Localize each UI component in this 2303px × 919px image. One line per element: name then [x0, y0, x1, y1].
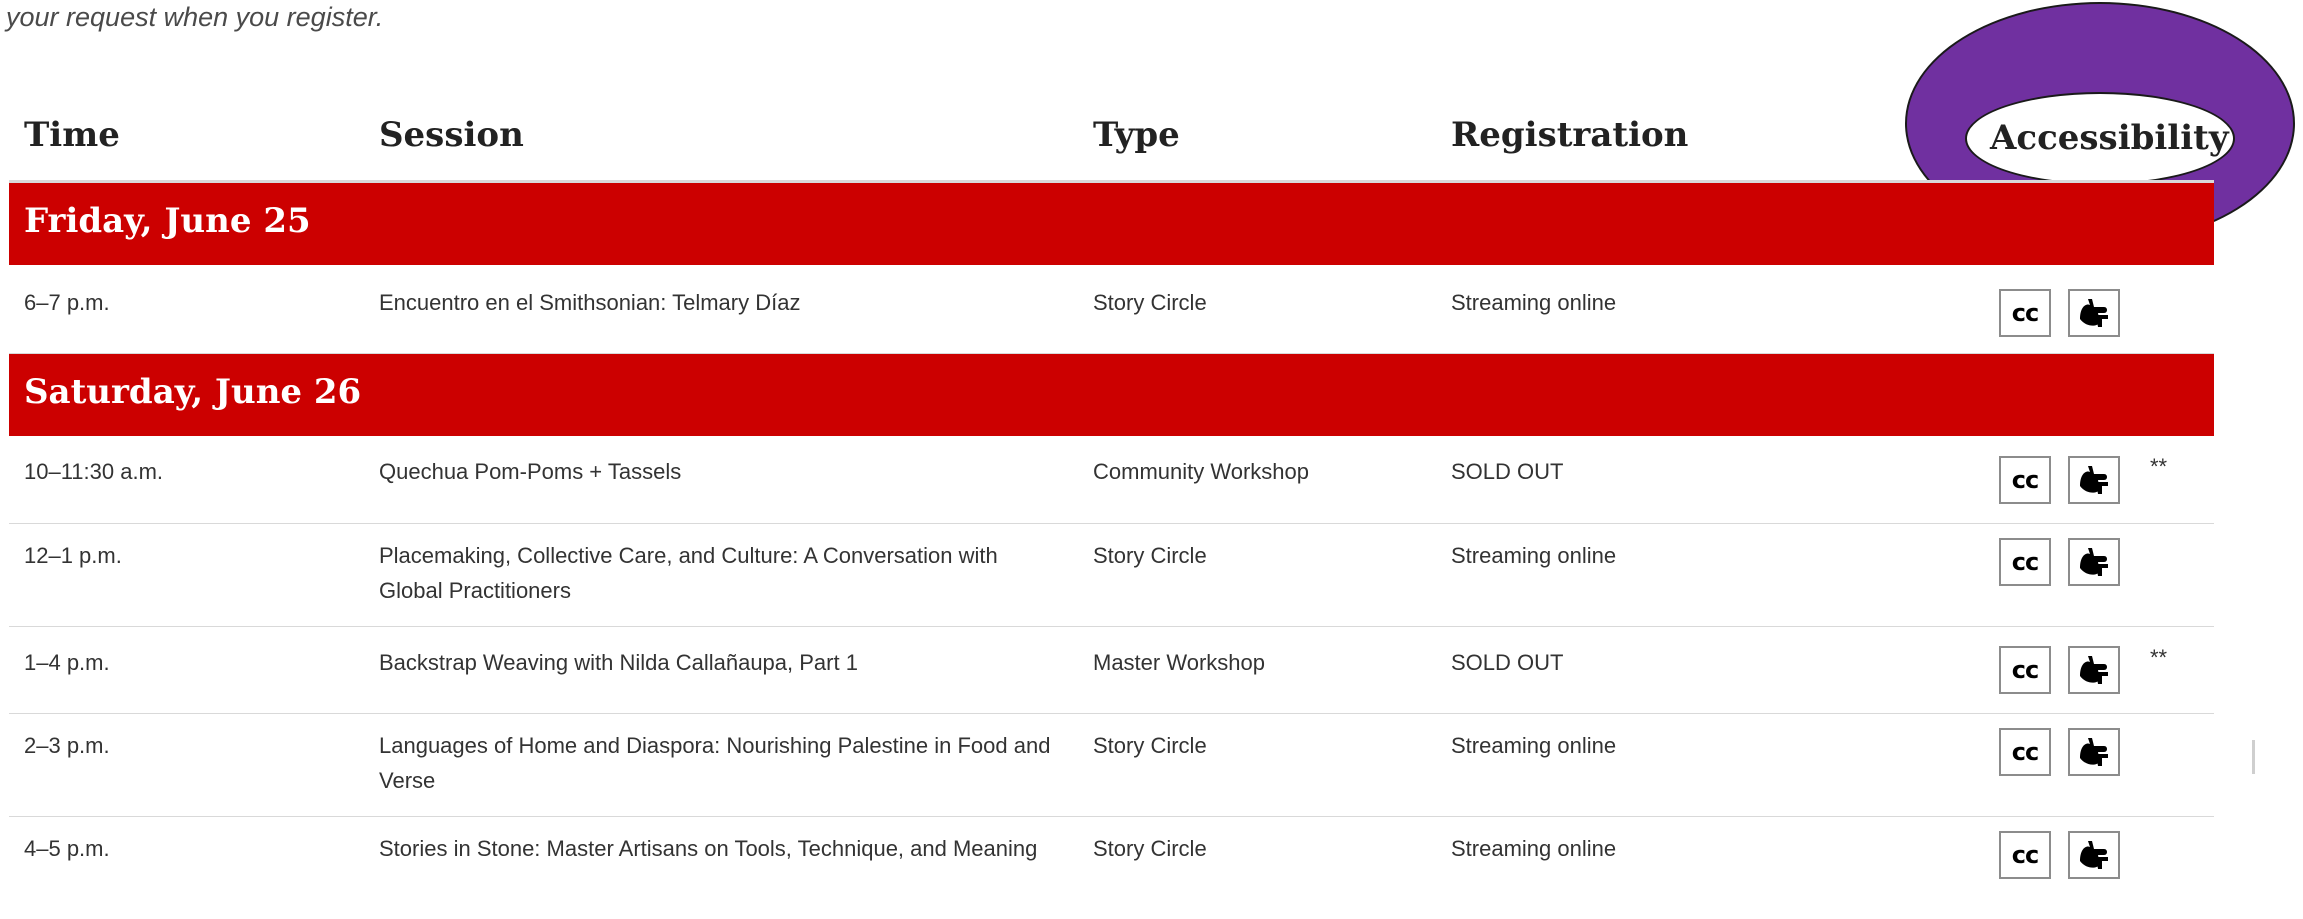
day-band-friday: Friday, June 25: [9, 183, 2214, 265]
footnote-marker: **: [2150, 645, 2168, 670]
table-header: Time Session Type Registration: [9, 100, 2214, 183]
closed-captions-icon: cc: [1999, 728, 2051, 776]
registration-cell[interactable]: Streaming online: [1451, 538, 1616, 573]
accessibility-icons: cc: [1999, 831, 2120, 879]
time-cell: 4–5 p.m.: [24, 836, 110, 861]
closed-captions-icon: cc: [1999, 289, 2051, 337]
session-cell[interactable]: Stories in Stone: Master Artisans on Too…: [379, 831, 1059, 866]
registration-cell[interactable]: Streaming online: [1451, 285, 1616, 320]
accessibility-icons: cc: [1999, 456, 2120, 504]
table-row: 4–5 p.m. Stories in Stone: Master Artisa…: [9, 817, 2214, 917]
table-row: 2–3 p.m. Languages of Home and Diaspora:…: [9, 714, 2214, 817]
closed-captions-icon: cc: [1999, 646, 2051, 694]
closed-captions-icon: cc: [1999, 831, 2051, 879]
day-label: Friday, June 25: [24, 201, 311, 241]
accessibility-icons: cc: [1999, 538, 2120, 586]
time-cell: 12–1 p.m.: [24, 543, 122, 568]
closed-captions-icon: cc: [1999, 538, 2051, 586]
type-cell: Story Circle: [1093, 290, 1207, 315]
type-cell: Story Circle: [1093, 543, 1207, 568]
registration-cell: SOLD OUT: [1451, 650, 1564, 675]
header-registration: Registration: [1451, 115, 1689, 155]
time-cell: 6–7 p.m.: [24, 290, 110, 315]
sign-language-icon: [2068, 289, 2120, 337]
intro-text: your request when you register.: [6, 2, 384, 32]
session-cell[interactable]: Quechua Pom-Poms + Tassels: [379, 454, 1059, 489]
table-row: 10–11:30 a.m. Quechua Pom-Poms + Tassels…: [9, 436, 2214, 524]
header-accessibility: Accessibility: [1990, 118, 2229, 158]
sign-language-icon: [2068, 831, 2120, 879]
footnote-marker: **: [2150, 454, 2168, 479]
accessibility-icons: cc: [1999, 646, 2120, 694]
day-label: Saturday, June 26: [24, 372, 362, 412]
accessibility-icons: cc: [1999, 728, 2120, 776]
session-cell[interactable]: Languages of Home and Diaspora: Nourishi…: [379, 728, 1059, 798]
session-cell[interactable]: Encuentro en el Smithsonian: Telmary Día…: [379, 285, 1059, 320]
type-cell: Story Circle: [1093, 836, 1207, 861]
header-session: Session: [379, 115, 524, 155]
registration-cell[interactable]: Streaming online: [1451, 728, 1616, 763]
session-cell[interactable]: Backstrap Weaving with Nilda Callañaupa,…: [379, 645, 1059, 680]
type-cell: Community Workshop: [1093, 459, 1309, 484]
closed-captions-icon: cc: [1999, 456, 2051, 504]
registration-cell[interactable]: Streaming online: [1451, 831, 1616, 866]
time-cell: 10–11:30 a.m.: [24, 459, 164, 484]
sign-language-icon: [2068, 646, 2120, 694]
time-cell: 2–3 p.m.: [24, 733, 110, 758]
header-type: Type: [1093, 115, 1180, 155]
table-row: 12–1 p.m. Placemaking, Collective Care, …: [9, 524, 2214, 627]
time-cell: 1–4 p.m.: [24, 650, 110, 675]
sign-language-icon: [2068, 728, 2120, 776]
scroll-edge-mark: [2252, 740, 2255, 774]
day-band-saturday: Saturday, June 26: [9, 354, 2214, 436]
sign-language-icon: [2068, 538, 2120, 586]
header-time: Time: [24, 115, 120, 155]
table-row: 6–7 p.m. Encuentro en el Smithsonian: Te…: [9, 265, 2214, 354]
session-cell[interactable]: Placemaking, Collective Care, and Cultur…: [379, 538, 1059, 608]
type-cell: Story Circle: [1093, 733, 1207, 758]
schedule-table: Time Session Type Registration Friday, J…: [9, 100, 2214, 917]
accessibility-icons: cc: [1999, 289, 2120, 337]
registration-cell: SOLD OUT: [1451, 459, 1564, 484]
sign-language-icon: [2068, 456, 2120, 504]
table-row: 1–4 p.m. Backstrap Weaving with Nilda Ca…: [9, 627, 2214, 714]
type-cell: Master Workshop: [1093, 650, 1265, 675]
